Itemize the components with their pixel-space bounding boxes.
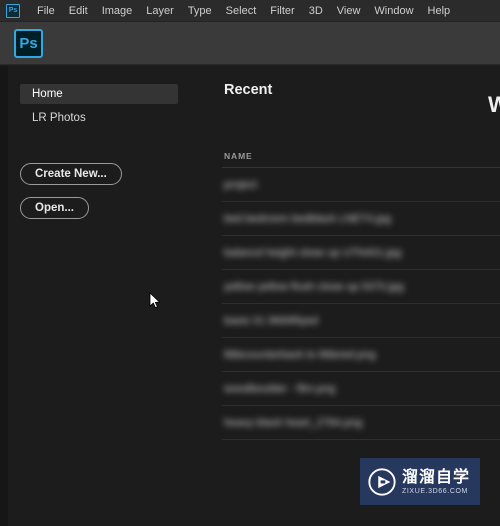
menu-item-image[interactable]: Image [95, 0, 140, 22]
sidebar-item-lr-photos-label: LR Photos [32, 112, 86, 124]
page-title: Recent [224, 82, 273, 98]
sidebar-item-home-label: Home [32, 88, 63, 100]
file-name: littlecounterback to littlered.png [224, 348, 376, 361]
sidebar-item-home[interactable]: Home [20, 84, 178, 104]
table-row[interactable]: woodboulder - film.png [222, 372, 500, 406]
play-circle-icon [368, 467, 396, 496]
open-wrap: Open... [20, 197, 213, 219]
table-row[interactable]: balancd height close up UTN401.jpg [222, 236, 500, 270]
menu-bar: Ps File Edit Image Layer Type Select Fil… [0, 0, 500, 22]
sidebar-actions: Create New... Open... [8, 163, 213, 219]
file-name: balancd height close up UTN401.jpg [224, 246, 402, 259]
open-button[interactable]: Open... [20, 197, 89, 219]
create-new-wrap: Create New... [20, 163, 213, 185]
menu-item-filter[interactable]: Filter [263, 0, 301, 22]
watermark-text: 溜溜自学 ZIXUE.3D66.COM [402, 466, 471, 495]
menu-item-edit[interactable]: Edit [62, 0, 95, 22]
file-name: bed bedroom bedblack LNET4.jpg [224, 212, 391, 225]
watermark-title: 溜溜自学 [402, 466, 471, 486]
sidebar: Home LR Photos Create New... Open... [8, 66, 213, 526]
menu-item-file[interactable]: File [30, 0, 62, 22]
file-name: heavy black heart_2784.png [224, 416, 363, 429]
menu-item-3d[interactable]: 3D [302, 0, 330, 22]
menu-item-layer[interactable]: Layer [139, 0, 181, 22]
whats-new-peek-label[interactable]: W [488, 92, 500, 118]
column-header-name[interactable]: NAME [224, 151, 500, 161]
table-row[interactable]: heavy black heart_2784.png [222, 406, 500, 440]
file-name: yellow yellow flush close up 5370.jpg [224, 280, 404, 293]
watermark: 溜溜自学 ZIXUE.3D66.COM [360, 458, 480, 505]
file-name: woodboulder - film.png [224, 382, 336, 395]
table-row[interactable]: littlecounterback to littlered.png [222, 338, 500, 372]
home-screen: Home LR Photos Create New... Open... Rec… [0, 66, 500, 526]
options-toolbar: Ps [0, 22, 500, 65]
photoshop-icon[interactable]: Ps [6, 3, 20, 18]
photoshop-home-logo[interactable]: Ps [14, 28, 43, 58]
table-row[interactable]: bed bedroom bedblack LNET4.jpg [222, 202, 500, 236]
menu-item-help[interactable]: Help [421, 0, 458, 22]
left-edge-strip [0, 66, 8, 526]
table-row[interactable]: yellow yellow flush close up 5370.jpg [222, 270, 500, 304]
file-name: project [224, 178, 258, 191]
sidebar-item-lr-photos[interactable]: LR Photos [20, 108, 178, 128]
create-new-button[interactable]: Create New... [20, 163, 122, 185]
menu-item-view[interactable]: View [330, 0, 368, 22]
file-name: basis 01 9669Rpsd [224, 314, 319, 327]
table-row[interactable]: project [222, 168, 500, 202]
menu-item-select[interactable]: Select [219, 0, 264, 22]
recent-panel: Recent NAME project bed bedroom bedblack… [213, 66, 500, 526]
watermark-url: ZIXUE.3D66.COM [402, 487, 468, 495]
menu-item-type[interactable]: Type [181, 0, 219, 22]
table-row[interactable]: basis 01 9669Rpsd [222, 304, 500, 338]
menu-item-window[interactable]: Window [367, 0, 420, 22]
